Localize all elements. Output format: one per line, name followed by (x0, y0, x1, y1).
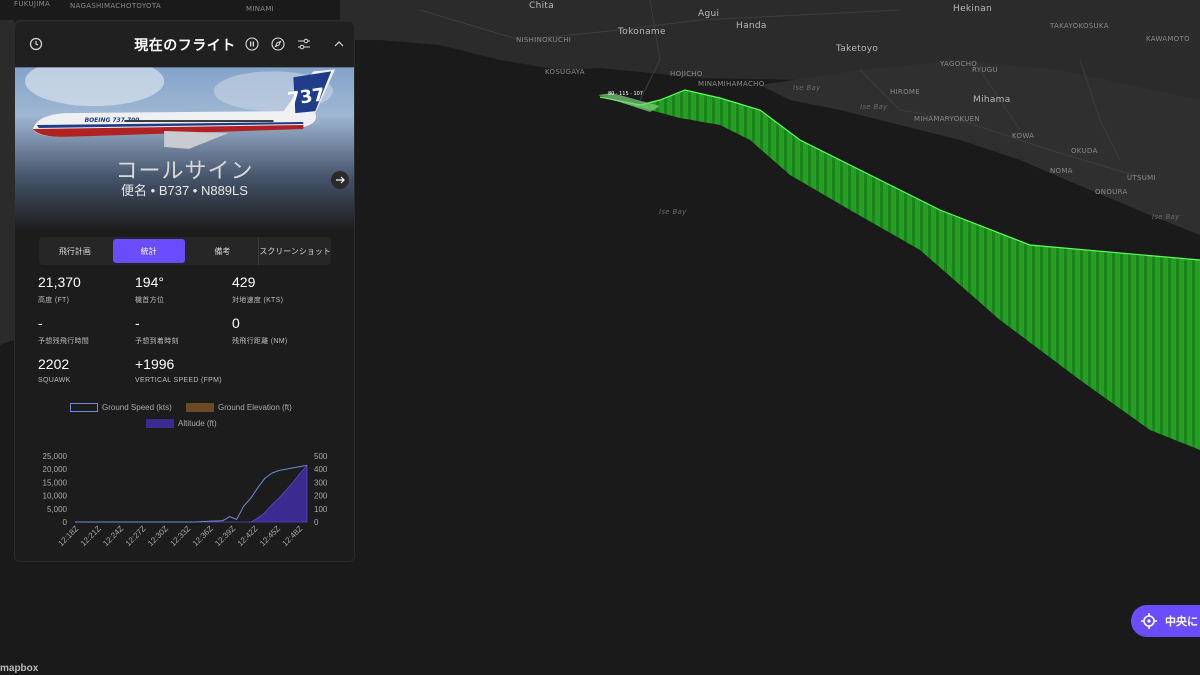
y-tick-left: 0 (63, 518, 68, 527)
y-tick-right: 100 (314, 505, 328, 514)
stat-label: SQUAWK (38, 377, 71, 384)
x-tick: 12:33Z (168, 524, 192, 548)
stat-value: +1996 (135, 356, 175, 372)
chevron-up-icon[interactable] (330, 35, 348, 53)
pause-icon[interactable] (243, 35, 261, 53)
map-label: UTSUMI (1127, 174, 1156, 182)
current-flight-panel: 737 BOEING 737 700 現在のフライト コールサイン 便名 • B… (14, 20, 355, 562)
stat-value: 194° (135, 274, 164, 290)
map-label: KOSUGAYA (545, 68, 585, 76)
map-label: NOMA (1050, 167, 1073, 175)
stat-ete: - 予想残飛行時間 (38, 315, 89, 346)
map-label: FUKUJIMA (14, 0, 51, 8)
map-label: MINAMIHAMACHO (698, 80, 765, 88)
stat-value: 21,370 (38, 274, 81, 290)
y-tick-right: 400 (314, 465, 328, 474)
map-label: Ise Bay (1152, 213, 1180, 221)
map-label: TAKAYOKOSUKA (1050, 22, 1109, 30)
x-tick: 12:42Z (236, 524, 260, 548)
map-label: MIHAMARYOKUEN (914, 115, 980, 123)
stat-value: 0 (232, 315, 240, 331)
center-map-button[interactable]: 中央に (1131, 605, 1200, 637)
center-button-label: 中央に (1165, 616, 1198, 628)
x-tick: 12:39Z (213, 524, 237, 548)
x-tick: 12:45Z (258, 524, 282, 548)
stat-vertical-speed: +1996 VERTICAL SPEED (FPM) (135, 356, 222, 384)
map-label: Tokoname (618, 27, 666, 37)
stat-label: VERTICAL SPEED (FPM) (135, 377, 222, 384)
map-label: KAWAMOTO (1146, 35, 1190, 43)
map-label: Ise Bay (793, 84, 821, 92)
y-tick-left: 25,000 (43, 452, 68, 461)
map-label: Handa (736, 21, 767, 31)
settings-icon[interactable] (295, 35, 313, 53)
y-tick-right: 300 (314, 478, 328, 487)
y-tick-right: 0 (314, 518, 319, 527)
svg-text:80 · 115 · 107: 80 · 115 · 107 (608, 91, 643, 97)
mapbox-logo[interactable]: mapbox (0, 663, 38, 674)
tab-statistics[interactable]: 統計 (112, 239, 185, 263)
tab-flight-plan[interactable]: 飛行計画 (39, 237, 111, 265)
map-label: RYUGU (972, 66, 998, 74)
compass-icon[interactable] (269, 35, 287, 53)
x-tick: 12:24Z (101, 524, 125, 548)
chart-plot: 25,000 20,000 15,000 10,000 5,000 0 500 400 300 2… (43, 452, 328, 548)
map-label: NAGASHIMACHOTOYOTA (70, 2, 161, 10)
flight-chart: Ground Speed (kts) Ground Elevation (ft)… (15, 399, 354, 559)
stat-eta: - 予想到着時刻 (135, 315, 179, 346)
y-tick-left: 15,000 (43, 478, 68, 487)
map-label: OKUDA (1071, 147, 1098, 155)
tab-screenshots[interactable]: スクリーンショット (258, 237, 331, 265)
y-tick-left: 5,000 (47, 505, 68, 514)
map-label: HIROME (890, 88, 920, 96)
x-tick: 12:18Z (56, 524, 80, 548)
stat-distance-remaining: 0 残飛行距離 (NM) (232, 315, 288, 346)
map-label: Ise Bay (659, 208, 687, 216)
x-tick: 12:36Z (191, 524, 215, 548)
map-label: Mihama (973, 95, 1011, 105)
map-label: Ise Bay (860, 103, 888, 111)
altitude-area (75, 464, 308, 523)
stat-value: 429 (232, 274, 256, 290)
y-tick-right: 500 (314, 452, 328, 461)
stat-label: 予想残飛行時間 (38, 338, 90, 345)
map-label: Taketoyo (836, 44, 879, 54)
tab-notes[interactable]: 備考 (187, 237, 259, 265)
stat-label: 残飛行距離 (NM) (232, 338, 288, 345)
map-label: MINAMI (246, 5, 275, 13)
map-label: HOJICHO (670, 70, 703, 78)
stat-heading: 194° 機首方位 (135, 274, 164, 305)
y-tick-left: 20,000 (43, 465, 68, 474)
x-tick: 12:30Z (146, 524, 170, 548)
map-label: KOWA (1012, 132, 1035, 140)
stat-label: 対地速度 (KTS) (232, 297, 284, 304)
stat-value: - (38, 315, 43, 331)
y-tick-right: 200 (314, 492, 328, 501)
panel-header: 現在のフライト (15, 21, 354, 67)
stat-ground-speed: 429 対地速度 (KTS) (232, 274, 283, 305)
map-label: Chita (529, 1, 555, 11)
x-tick: 12:48Z (280, 524, 304, 548)
stat-value: 2202 (38, 356, 70, 372)
crosshair-icon (1141, 613, 1157, 629)
stat-label: 予想到着時刻 (135, 338, 179, 345)
stat-value: - (135, 315, 140, 331)
y-tick-left: 10,000 (43, 492, 68, 501)
stat-label: 高度 (FT) (38, 297, 70, 304)
map-label: NISHINOKUCHI (516, 36, 572, 44)
stat-altitude: 21,370 高度 (FT) (38, 274, 81, 305)
map-label: Agui (698, 9, 720, 19)
x-tick: 12:27Z (124, 524, 148, 548)
map-label: ONOURA (1095, 188, 1128, 196)
x-tick: 12:21Z (79, 524, 103, 548)
flight-subline: 便名 • B737 • N889LS (121, 183, 248, 198)
panel-tabs: 飛行計画 統計 備考 スクリーンショット (39, 237, 331, 265)
map-label: Hekinan (953, 4, 993, 14)
arrow-right-icon[interactable] (331, 171, 349, 189)
stat-label: 機首方位 (135, 297, 165, 304)
stat-squawk: 2202 SQUAWK (38, 356, 71, 384)
